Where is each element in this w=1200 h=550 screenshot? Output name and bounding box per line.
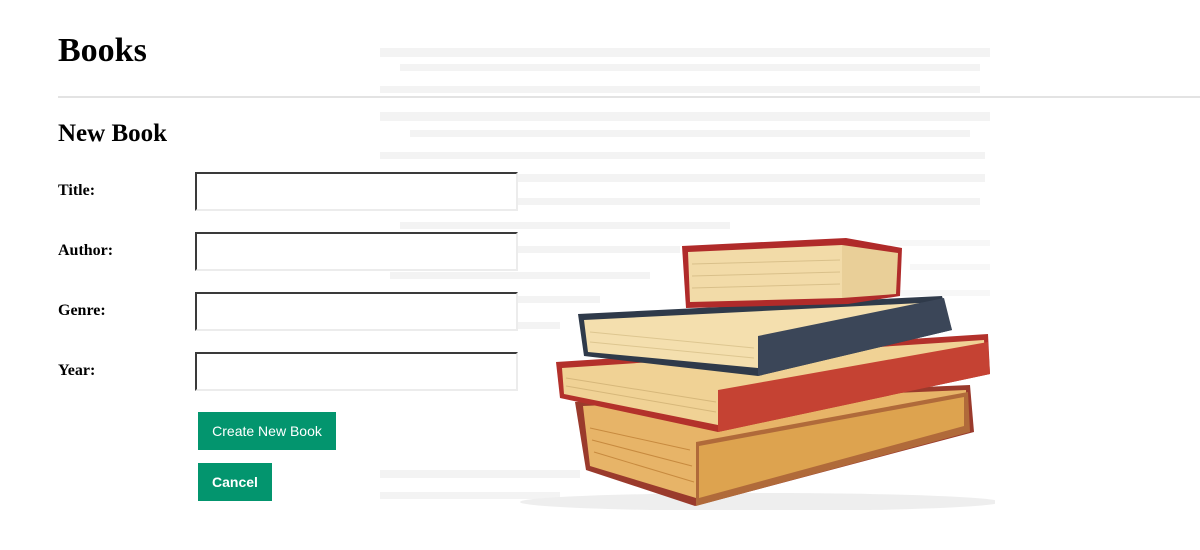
genre-field[interactable] <box>195 292 518 331</box>
title-field[interactable] <box>195 172 518 211</box>
genre-label: Genre: <box>58 302 106 319</box>
page: Books New Book Title: Author: Genre: Yea… <box>0 0 1200 550</box>
year-label: Year: <box>58 362 96 379</box>
create-new-book-button[interactable]: Create New Book <box>198 412 336 450</box>
section-title: New Book <box>58 120 168 147</box>
cancel-button[interactable]: Cancel <box>198 463 272 501</box>
year-field[interactable] <box>195 352 518 391</box>
author-label: Author: <box>58 242 114 259</box>
page-title: Books <box>58 32 147 69</box>
stacked-books-image <box>370 40 995 510</box>
title-label: Title: <box>58 182 96 199</box>
author-field[interactable] <box>195 232 518 271</box>
